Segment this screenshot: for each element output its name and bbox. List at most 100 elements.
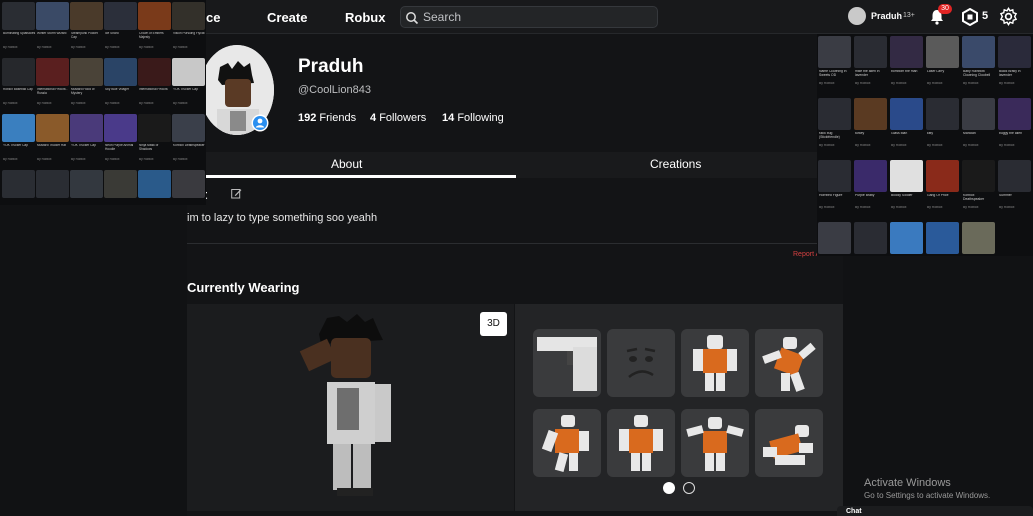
catalog-item-right[interactable]: Purple Bratly By Roblox bbox=[854, 160, 887, 218]
catalog-item-left[interactable] bbox=[2, 170, 35, 220]
catalog-item-left[interactable]: YOK Trucker Cap By Roblox bbox=[70, 114, 103, 164]
catalog-item-creator: By Roblox bbox=[139, 158, 154, 161]
catalog-item-right[interactable]: Gang Of Price By Roblox bbox=[926, 160, 959, 218]
catalog-item-left[interactable]: Mustard Trucker Hat By Roblox bbox=[36, 114, 69, 164]
wearing-item-3[interactable] bbox=[681, 329, 749, 397]
catalog-item-left[interactable]: Sky Blue Villager By Roblox bbox=[104, 58, 137, 108]
nav-create-link[interactable]: Create bbox=[267, 10, 307, 25]
nav-robux-link[interactable]: Robux bbox=[345, 10, 385, 25]
catalog-item-creator: By Roblox bbox=[173, 102, 188, 105]
catalog-item-name: Winter Storm Wizard bbox=[37, 32, 67, 35]
header-username[interactable]: Praduh bbox=[871, 11, 902, 21]
wearing-item-2[interactable] bbox=[607, 329, 675, 397]
avatar-bundle-thumbnail-icon bbox=[890, 160, 923, 192]
catalog-item-right[interactable]: kitty By Roblox bbox=[926, 98, 959, 156]
search-input[interactable]: Search bbox=[400, 6, 658, 28]
user-avatar-icon[interactable] bbox=[848, 7, 866, 25]
robux-icon[interactable] bbox=[961, 8, 979, 26]
avatar-bundle-thumbnail-icon bbox=[854, 160, 887, 192]
carousel-dot-active[interactable] bbox=[663, 482, 675, 494]
tab-creations[interactable]: Creations bbox=[650, 157, 701, 171]
catalog-item-name: mike the alien in lavender bbox=[855, 70, 880, 77]
catalog-item-left[interactable]: Burninating Splatsicles By Roblox bbox=[2, 2, 35, 52]
catalog-item-right[interactable]: Laser Larry By Roblox bbox=[926, 36, 959, 94]
catalog-item-right[interactable]: buggy the alien By Roblox bbox=[998, 98, 1031, 156]
catalog-item-left[interactable]: Neon Purple Animal Hoodie By Roblox bbox=[104, 114, 137, 164]
catalog-item-right[interactable]: bombom the man By Roblox bbox=[890, 36, 923, 94]
catalog-item-right[interactable]: Name Clowning in Sweets OD By Roblox bbox=[818, 36, 851, 94]
catalog-item-left[interactable]: YOK Trucker Cap By Roblox bbox=[172, 58, 205, 108]
wearing-item-8[interactable] bbox=[755, 409, 823, 477]
overlay-catalog-panel-left: Burninating Splatsicles By Roblox Winter S… bbox=[0, 0, 206, 205]
catalog-item-right[interactable] bbox=[926, 222, 959, 280]
catalog-item-right[interactable] bbox=[854, 222, 887, 280]
settings-gear-icon[interactable] bbox=[999, 7, 1018, 26]
wearing-item-7[interactable] bbox=[681, 409, 749, 477]
catalog-item-left[interactable]: YOK Trucker Cap By Roblox bbox=[2, 114, 35, 164]
catalog-item-name: Glass Man bbox=[891, 132, 908, 135]
catalog-item-creator: By Roblox bbox=[3, 46, 18, 49]
wearing-item-5[interactable] bbox=[533, 409, 601, 477]
catalog-item-left[interactable]: Ice Shard By Roblox bbox=[104, 2, 137, 52]
toggle-3d-button[interactable]: 3D bbox=[480, 312, 507, 336]
catalog-item-creator: By Roblox bbox=[855, 144, 871, 147]
avatar-3d-viewer[interactable] bbox=[187, 304, 514, 511]
catalog-item-left[interactable] bbox=[138, 170, 171, 220]
catalog-item-left[interactable]: Winter Storm Wizard By Roblox bbox=[36, 2, 69, 52]
wearing-item-4[interactable] bbox=[755, 329, 823, 397]
catalog-item-left[interactable]: Vision Pursuing Flycat By Roblox bbox=[172, 2, 205, 52]
catalog-item-right[interactable]: Blocky Soldier By Roblox bbox=[890, 160, 923, 218]
catalog-item-right[interactable] bbox=[890, 222, 923, 280]
friends-stat[interactable]: 192 Friends bbox=[298, 112, 356, 124]
avatar-bundle-thumbnail-icon bbox=[890, 98, 923, 130]
catalog-item-name: Crown of Embers Majesty bbox=[139, 32, 164, 39]
catalog-item-left[interactable]: Steampunk Pocket Cap By Roblox bbox=[70, 2, 103, 52]
catalog-item-right[interactable]: Manclan By Roblox bbox=[962, 98, 995, 156]
catalog-item-left[interactable]: Korblox Deathspeaker By Roblox bbox=[172, 114, 205, 164]
catalog-item-right[interactable]: mike the alien in lavender By Roblox bbox=[854, 36, 887, 94]
avatar-bundle-thumbnail-icon bbox=[818, 222, 851, 254]
catalog-item-left[interactable]: Crown of Embers Majesty By Roblox bbox=[138, 2, 171, 52]
catalog-item-left[interactable] bbox=[172, 170, 205, 220]
avatar-bundle-thumbnail-icon bbox=[998, 160, 1031, 192]
catalog-item-right[interactable] bbox=[962, 222, 995, 280]
following-stat[interactable]: 14 Following bbox=[442, 112, 504, 124]
catalog-item-right[interactable]: Summer By Roblox bbox=[998, 160, 1031, 218]
avatar-bundle-thumbnail-icon bbox=[962, 36, 995, 68]
catalog-item-left[interactable]: International Fedora By Roblox bbox=[138, 58, 171, 108]
following-label: Following bbox=[457, 112, 504, 124]
chat-bar[interactable] bbox=[837, 506, 1033, 516]
followers-stat[interactable]: 4 Followers bbox=[370, 112, 426, 124]
catalog-item-name: Summer bbox=[999, 194, 1012, 197]
catalog-item-left[interactable] bbox=[36, 170, 69, 220]
profile-username: @CoolLion843 bbox=[298, 84, 371, 96]
avatar-bundle-thumbnail-icon bbox=[962, 222, 995, 254]
carousel-dot[interactable] bbox=[683, 482, 695, 494]
catalog-item-right[interactable]: stick bug (Stickfriendle) By Roblox bbox=[818, 98, 851, 156]
catalog-item-left[interactable] bbox=[70, 170, 103, 220]
catalog-item-creator: By Roblox bbox=[999, 206, 1015, 209]
catalog-item-right[interactable]: Horrified Figure By Roblox bbox=[818, 160, 851, 218]
nav-marketplace-link[interactable]: ce bbox=[206, 10, 220, 25]
wearing-item-6[interactable] bbox=[607, 409, 675, 477]
catalog-item-creator: By Roblox bbox=[819, 144, 835, 147]
catalog-item-right[interactable] bbox=[818, 222, 851, 280]
catalog-item-left[interactable]: Ninja Mask of Shadows By Roblox bbox=[138, 114, 171, 164]
catalog-item-left[interactable]: International Fedora - Russia By Roblox bbox=[36, 58, 69, 108]
catalog-item-left[interactable]: Roblox Baseball Cap By Roblox bbox=[2, 58, 35, 108]
outfit-thumbnail-icon bbox=[693, 335, 737, 391]
tab-about[interactable]: About bbox=[331, 157, 362, 171]
catalog-item-left[interactable] bbox=[104, 170, 137, 220]
edit-pencil-icon[interactable] bbox=[231, 188, 242, 199]
catalog-item-left[interactable]: Mustard Hood of Mystery By Roblox bbox=[70, 58, 103, 108]
catalog-item-thumbnail-icon bbox=[138, 58, 171, 86]
windows-activation-watermark: Activate Windows Go to Settings to activ… bbox=[864, 477, 990, 500]
catalog-item-right[interactable]: Glass Man By Roblox bbox=[890, 98, 923, 156]
catalog-item-right[interactable]: Korblox Deathspeaker By Roblox bbox=[962, 160, 995, 218]
catalog-item-right[interactable]: Black Bratly in lavender By Roblox bbox=[998, 36, 1031, 94]
catalog-item-name: kitty bbox=[927, 132, 934, 135]
catalog-item-right[interactable]: Baby Rainbow Clowning Cloobell By Roblox bbox=[962, 36, 995, 94]
catalog-item-right[interactable]: turkey By Roblox bbox=[854, 98, 887, 156]
wearing-item-1[interactable] bbox=[533, 329, 601, 397]
watermark-line-1: Activate Windows bbox=[864, 477, 951, 489]
